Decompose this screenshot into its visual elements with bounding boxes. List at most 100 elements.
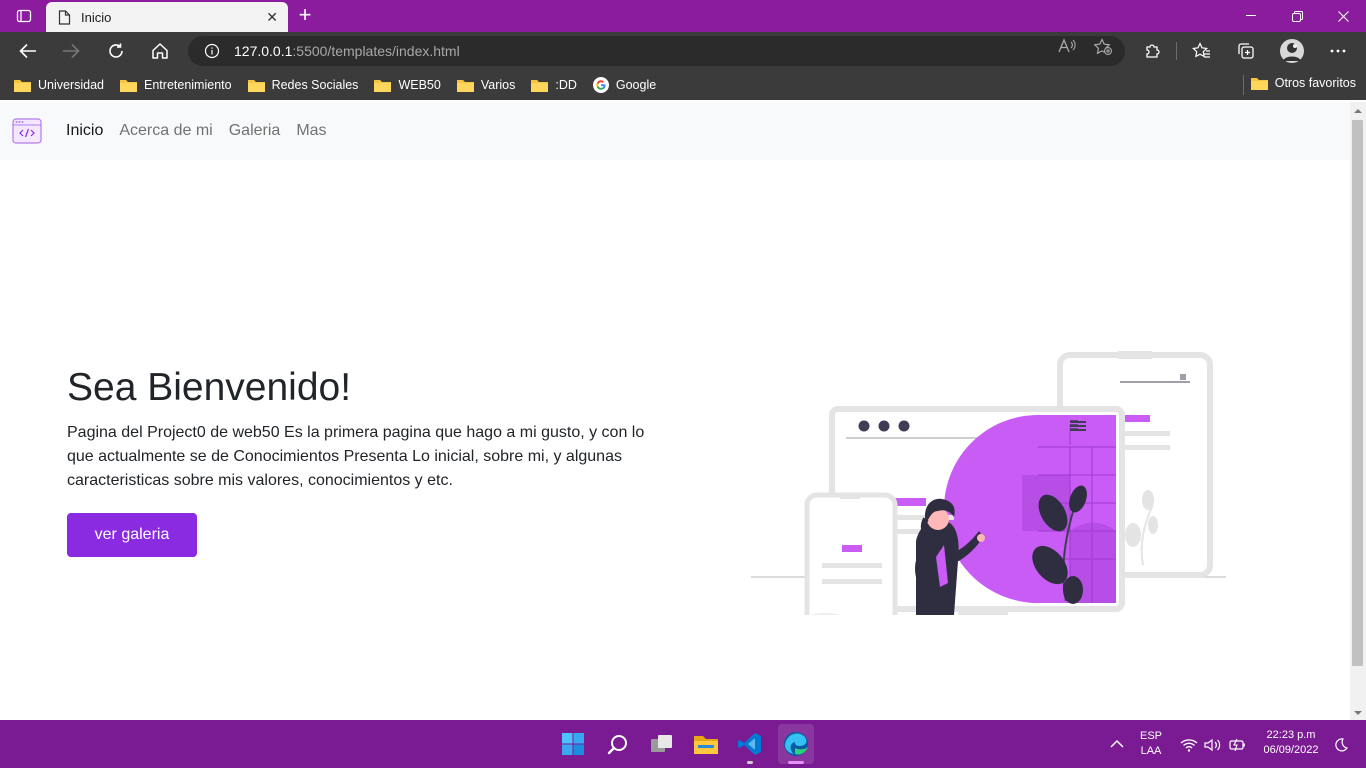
folder-icon xyxy=(14,79,31,92)
clock-time: 22:23 p.m xyxy=(1266,729,1316,741)
folder-icon xyxy=(374,79,392,92)
url-path: :5500/templates/index.html xyxy=(292,43,460,59)
bookmark-google[interactable]: Google xyxy=(592,77,657,93)
clock[interactable]: 22:23 p.m 06/09/2022 xyxy=(1255,729,1327,756)
restore-icon xyxy=(1291,10,1303,22)
hero-description: Pagina del Project0 de web50 Es la prime… xyxy=(67,424,645,489)
google-icon xyxy=(592,77,609,93)
star-add-icon xyxy=(1093,38,1112,55)
vscode-button[interactable] xyxy=(734,728,766,764)
focus-assist-moon-icon[interactable] xyxy=(1334,738,1348,752)
minimize-icon xyxy=(1246,15,1256,16)
scroll-up-icon[interactable] xyxy=(1350,104,1366,118)
bookmark-label: Google xyxy=(615,78,657,92)
search-button[interactable] xyxy=(602,728,634,760)
add-favorite-button[interactable] xyxy=(1093,38,1115,56)
forward-arrow-icon xyxy=(63,43,80,59)
scrollbar-thumb[interactable] xyxy=(1352,120,1363,666)
vscode-icon xyxy=(738,733,761,755)
bookmark-redes-sociales[interactable]: Redes Sociales xyxy=(247,78,359,92)
active-indicator xyxy=(788,761,804,764)
task-view-button[interactable] xyxy=(646,728,678,760)
read-aloud-button[interactable] xyxy=(1058,38,1080,56)
site-navbar: Inicio Acerca de mi Galeria Mas xyxy=(0,102,1350,160)
code-window-logo-icon[interactable] xyxy=(12,117,42,145)
nav-link-galeria[interactable]: Galeria xyxy=(229,122,281,140)
home-button[interactable] xyxy=(144,35,176,67)
chevron-up-icon[interactable] xyxy=(1110,739,1124,749)
scroll-down-icon[interactable] xyxy=(1350,706,1366,720)
minimize-button[interactable] xyxy=(1228,0,1274,32)
tab-actions-icon xyxy=(16,9,32,23)
start-button[interactable] xyxy=(557,728,589,760)
bookmark-dd[interactable]: :DD xyxy=(531,78,577,92)
hero-title: Sea Bienvenido! xyxy=(67,366,352,409)
toolbar-divider xyxy=(1176,42,1177,60)
collections-icon xyxy=(1238,43,1254,59)
home-icon xyxy=(152,43,168,59)
settings-menu-button[interactable] xyxy=(1322,35,1354,67)
bookmark-label: Redes Sociales xyxy=(271,78,359,92)
bookmark-entretenimiento[interactable]: Entretenimiento xyxy=(120,78,232,92)
back-button[interactable] xyxy=(12,35,44,67)
browser-tab[interactable]: Inicio ✕ xyxy=(46,2,288,32)
page-scrollbar[interactable] xyxy=(1350,102,1366,720)
edge-icon xyxy=(784,732,808,756)
bookmark-web50[interactable]: WEB50 xyxy=(374,78,441,92)
nav-link-acerca[interactable]: Acerca de mi xyxy=(119,122,212,140)
url-text[interactable]: 127.0.0.1:5500/templates/index.html xyxy=(234,43,460,59)
bookmarks-bar: Universidad Entretenimiento Redes Social… xyxy=(0,70,1366,100)
refresh-button[interactable] xyxy=(100,35,132,67)
favorites-icon xyxy=(1192,42,1210,58)
running-indicator xyxy=(747,761,753,764)
puzzle-icon xyxy=(1146,44,1160,58)
folder-icon xyxy=(120,79,138,92)
close-window-button[interactable] xyxy=(1320,0,1366,32)
input-language[interactable]: ESP LAA xyxy=(1135,730,1167,757)
edge-button[interactable] xyxy=(778,724,814,764)
battery-icon[interactable] xyxy=(1228,738,1246,752)
other-favorites[interactable]: Otros favoritos xyxy=(1250,76,1356,90)
bookmark-label: Universidad xyxy=(38,78,105,92)
refresh-icon xyxy=(109,43,123,58)
folder-icon xyxy=(456,79,474,92)
back-arrow-icon xyxy=(19,43,36,59)
volume-icon[interactable] xyxy=(1204,738,1222,752)
search-icon xyxy=(607,735,627,755)
more-icon xyxy=(1330,49,1346,53)
toolbar: 127.0.0.1:5500/templates/index.html xyxy=(0,32,1366,70)
task-view-icon xyxy=(651,735,672,752)
tab-title: Inicio xyxy=(81,9,112,25)
nav-link-mas[interactable]: Mas xyxy=(296,122,326,140)
bookmark-varios[interactable]: Varios xyxy=(456,78,516,92)
restore-button[interactable] xyxy=(1274,0,1320,32)
taskbar: ESP LAA 22:23 p.m 06/09/2022 xyxy=(0,720,1366,768)
keyboard-layout: LAA xyxy=(1140,745,1162,757)
avatar xyxy=(1280,39,1304,63)
close-tab-icon[interactable]: ✕ xyxy=(266,9,278,26)
tab-actions-button[interactable] xyxy=(0,0,48,32)
language-code: ESP xyxy=(1139,730,1162,742)
new-tab-button[interactable]: + xyxy=(292,4,318,28)
collections-button[interactable] xyxy=(1230,35,1262,67)
other-favorites-label: Otros favoritos xyxy=(1274,76,1356,90)
bookmark-label: Varios xyxy=(480,78,516,92)
bookmarks-divider xyxy=(1243,75,1244,95)
folder-icon xyxy=(1250,77,1268,90)
profile-button[interactable] xyxy=(1276,35,1308,67)
file-explorer-button[interactable] xyxy=(690,728,722,760)
extensions-button[interactable] xyxy=(1137,35,1169,67)
folder-icon xyxy=(531,79,549,92)
bookmark-universidad[interactable]: Universidad xyxy=(14,78,104,92)
ver-galeria-button[interactable]: ver galeria xyxy=(67,513,197,557)
bookmark-label: Entretenimiento xyxy=(144,78,232,92)
favorites-button[interactable] xyxy=(1186,35,1218,67)
read-aloud-icon xyxy=(1058,38,1076,53)
info-icon[interactable] xyxy=(204,43,220,59)
address-bar[interactable]: 127.0.0.1:5500/templates/index.html xyxy=(188,36,1125,66)
wifi-icon[interactable] xyxy=(1180,738,1198,752)
forward-button[interactable] xyxy=(55,35,87,67)
folder-icon xyxy=(247,79,265,92)
nav-link-inicio[interactable]: Inicio xyxy=(66,122,103,140)
folder-icon xyxy=(694,736,718,754)
